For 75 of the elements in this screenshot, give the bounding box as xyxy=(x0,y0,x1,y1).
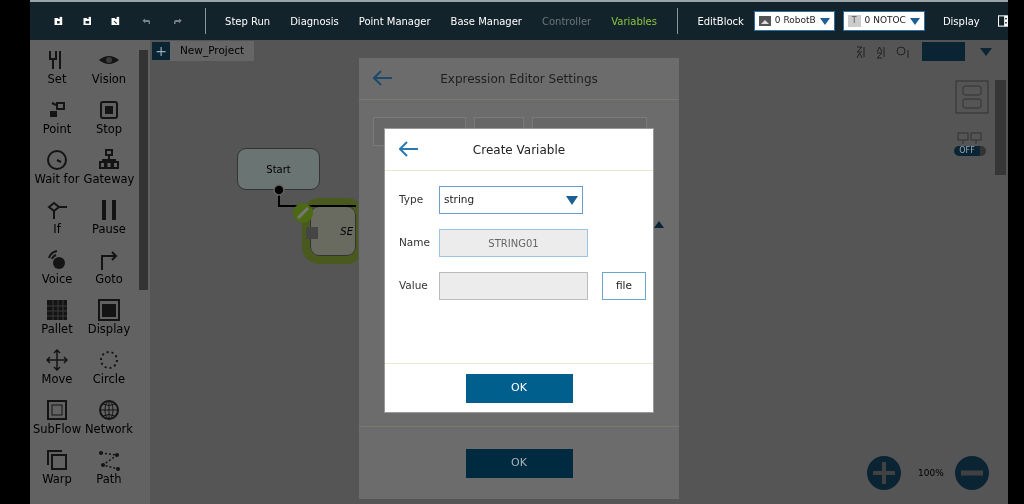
value-field[interactable] xyxy=(439,272,588,300)
caret-icon xyxy=(566,195,578,205)
palette-label: Path xyxy=(96,471,122,488)
field-label: Value xyxy=(399,278,429,294)
edit-block-button[interactable]: EditBlock xyxy=(687,13,754,29)
back-arrow-icon[interactable] xyxy=(399,141,419,157)
dialog-title: Expression Editor Settings xyxy=(440,70,598,88)
palette-label: Warp xyxy=(42,471,72,488)
tool-dropdown[interactable]: T 0 NOTOC xyxy=(842,11,925,31)
port-icon xyxy=(273,184,285,196)
display-button[interactable]: Display xyxy=(932,13,990,29)
menu-tab[interactable]: Diagnosis xyxy=(280,13,349,29)
palette-label: Circle xyxy=(92,371,126,388)
dialog-title: Create Variable xyxy=(472,141,566,159)
palette-label: Voice xyxy=(41,271,73,288)
caret-icon xyxy=(819,17,830,25)
toggle-switch[interactable]: OFF xyxy=(955,132,985,162)
start-node[interactable]: Start xyxy=(237,148,320,190)
palette-label: Network xyxy=(85,421,133,438)
dotted-path-icon[interactable] xyxy=(98,449,120,471)
menu-tab[interactable]: Variables xyxy=(601,13,667,29)
pencil-icon[interactable] xyxy=(293,203,313,223)
caret-icon xyxy=(909,17,920,25)
stop-icon[interactable] xyxy=(98,99,120,121)
dotted-circle-icon[interactable] xyxy=(98,349,120,371)
ok-button[interactable]: OK xyxy=(465,373,573,403)
caret-icon[interactable] xyxy=(654,221,664,228)
file-button[interactable]: file xyxy=(602,272,646,300)
monitor-icon[interactable] xyxy=(98,299,120,321)
palette-label: Vision xyxy=(91,71,127,88)
add-tab-button[interactable]: + xyxy=(152,42,170,60)
menu-tab[interactable]: Step Run xyxy=(215,13,281,29)
globe-icon[interactable] xyxy=(98,399,120,421)
palette-label: Move xyxy=(41,371,73,388)
zoom-out-icon[interactable] xyxy=(955,456,989,490)
name-field[interactable]: STRING01 xyxy=(439,229,588,257)
palette-label: Goto xyxy=(95,271,123,288)
palette-label: Display xyxy=(87,321,131,338)
hierarchy-icon[interactable] xyxy=(98,149,120,171)
subflow-icon[interactable] xyxy=(46,399,68,421)
scrollbar[interactable] xyxy=(995,80,1006,175)
palette-label: Point xyxy=(42,121,72,138)
field-label: Type xyxy=(399,192,425,208)
palette-label: Gateway xyxy=(83,171,135,188)
menu-tab[interactable]: Point Manager xyxy=(348,13,441,29)
palette-label: Pallet xyxy=(41,321,73,338)
zoom-level: 100% xyxy=(918,466,944,480)
node-label: Start xyxy=(266,162,291,177)
zoom-in-icon[interactable] xyxy=(867,456,901,490)
scrollbar[interactable] xyxy=(139,50,148,290)
turn-arrow-icon[interactable] xyxy=(98,249,120,271)
blocks-icon xyxy=(957,132,983,144)
palette-label: Wait for xyxy=(34,171,80,188)
image-icon xyxy=(758,16,771,26)
grid-icon[interactable] xyxy=(46,299,68,321)
toggle-label: OFF xyxy=(954,146,986,156)
palette-label: If xyxy=(53,221,61,238)
type-dropdown[interactable]: string xyxy=(439,186,583,214)
palette-label: Set xyxy=(47,71,67,88)
move-icon[interactable] xyxy=(46,349,68,371)
speaker-icon[interactable] xyxy=(46,249,68,271)
palette-label: Stop xyxy=(95,121,123,138)
base-dropdown[interactable]: 0 RobotB xyxy=(753,11,835,31)
menu-tab[interactable]: Base Manager xyxy=(440,13,532,29)
project-tab[interactable]: New_Project xyxy=(170,41,255,61)
clock-icon[interactable] xyxy=(46,149,68,171)
palette-label: Pause xyxy=(92,221,126,238)
ok-button[interactable]: OK xyxy=(465,448,573,478)
caret-icon[interactable] xyxy=(980,48,992,56)
field-label: Name xyxy=(399,235,431,251)
stacked-pages-icon[interactable] xyxy=(46,449,68,471)
node-label: SE xyxy=(340,224,353,239)
tool-badge: T xyxy=(847,15,861,27)
palette-label: SubFlow xyxy=(32,421,82,438)
branch-icon[interactable] xyxy=(46,199,68,221)
